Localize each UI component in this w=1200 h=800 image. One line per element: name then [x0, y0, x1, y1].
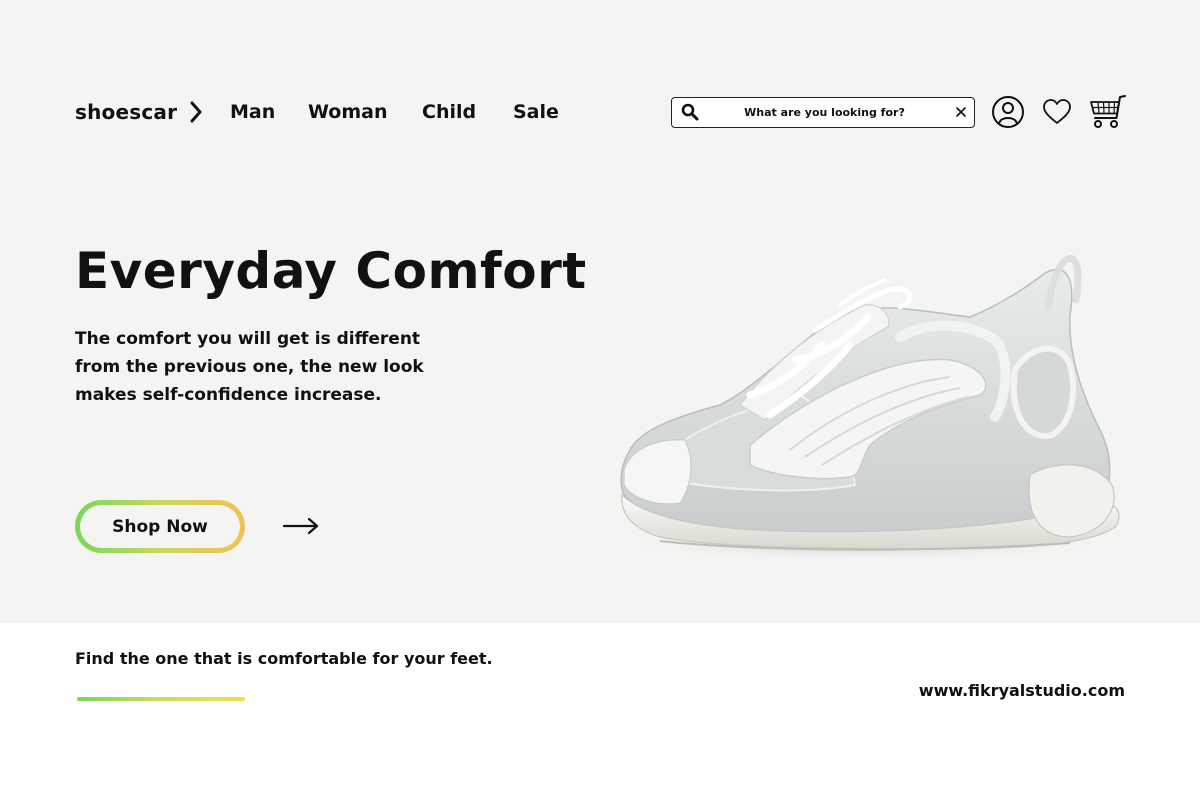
- nav-link-woman[interactable]: Woman: [308, 101, 387, 123]
- brand-name: shoescar: [75, 100, 178, 124]
- search-input[interactable]: [712, 101, 937, 124]
- search-bar: [671, 97, 975, 128]
- user-account-icon[interactable]: [991, 95, 1025, 129]
- hero-description: The comfort you will get is different fr…: [75, 329, 424, 405]
- gradient-underline: [77, 697, 245, 701]
- nav-link-child[interactable]: Child: [422, 101, 476, 123]
- arrow-right-icon[interactable]: [282, 515, 320, 537]
- shop-now-button[interactable]: Shop Now: [75, 500, 245, 553]
- nav-link-sale[interactable]: Sale: [513, 101, 559, 123]
- brand-logo[interactable]: shoescar: [75, 100, 203, 124]
- nav-link-man[interactable]: Man: [230, 101, 275, 123]
- footer-tagline: Find the one that is comfortable for you…: [75, 649, 493, 668]
- website-link[interactable]: www.fikryalstudio.com: [919, 681, 1125, 700]
- heart-icon[interactable]: [1042, 98, 1072, 126]
- close-icon[interactable]: [954, 105, 968, 119]
- chevron-right-icon: [190, 101, 202, 123]
- shopping-cart-icon[interactable]: [1088, 94, 1126, 130]
- white-sneaker-image: [610, 255, 1120, 563]
- hero-headline: Everyday Comfort: [75, 242, 587, 300]
- search-icon[interactable]: [681, 103, 699, 121]
- shop-now-label: Shop Now: [80, 505, 240, 548]
